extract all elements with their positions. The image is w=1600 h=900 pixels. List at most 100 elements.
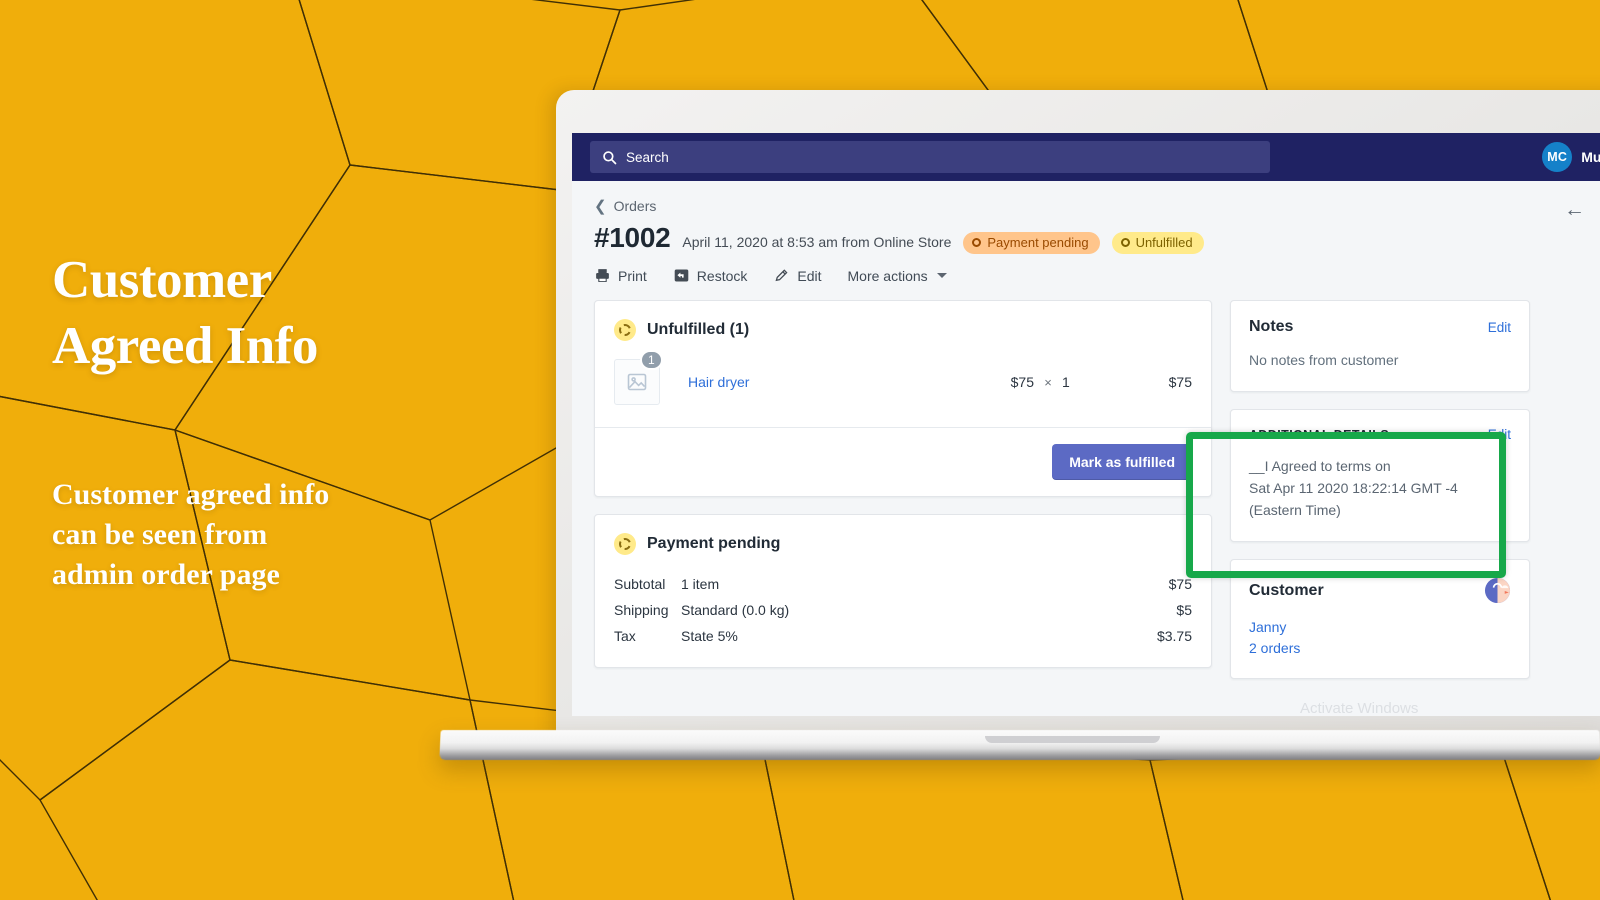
- breadcrumb-label: Orders: [613, 198, 657, 214]
- order-title-row: #1002 April 11, 2020 at 8:53 am from Onl…: [594, 222, 1600, 254]
- edit-label: Edit: [797, 267, 822, 284]
- table-row: Subtotal 1 item $75: [614, 571, 1192, 597]
- chevron-left-icon: ❮: [594, 197, 607, 215]
- promo-title-line-2: Agreed Info: [52, 316, 318, 375]
- more-actions-label: More actions: [847, 267, 928, 284]
- additional-details-line-1: __I Agreed to terms on: [1249, 458, 1391, 475]
- restock-label: Restock: [696, 267, 748, 284]
- mark-as-fulfilled-button[interactable]: Mark as fulfilled: [1052, 444, 1192, 480]
- additional-details-card: ADDITIONAL DETAILS Edit __I Agreed to te…: [1230, 409, 1530, 543]
- restock-button[interactable]: Restock: [673, 267, 748, 284]
- customer-title: Customer: [1249, 581, 1324, 599]
- pending-status-icon: [614, 533, 636, 555]
- search-placeholder-label: Search: [626, 149, 669, 165]
- payment-row-key: Subtotal: [614, 576, 666, 592]
- table-row: Tax State 5% $3.75: [614, 623, 1192, 649]
- status-dot-icon: [972, 238, 982, 247]
- payment-card: Payment pending Subtotal 1 item $75 Ship…: [594, 514, 1212, 668]
- top-navigation-bar: Search MC Murph C: [572, 133, 1600, 181]
- order-pagination: ← →: [1564, 199, 1600, 220]
- payment-row-detail: State 5%: [681, 628, 738, 644]
- line-item-multiply-symbol: ×: [1044, 374, 1052, 390]
- fulfillment-card-footer: Mark as fulfilled: [595, 427, 1211, 496]
- status-badge-fulfillment: Unfulfilled: [1111, 232, 1204, 254]
- payment-row-value: $5: [1176, 602, 1192, 618]
- notes-body: No notes from customer: [1231, 336, 1529, 391]
- print-button[interactable]: Print: [594, 267, 647, 284]
- user-name-label: Murph C: [1581, 149, 1600, 165]
- promo-subtitle-line-1: Customer agreed info: [52, 478, 330, 512]
- order-meta-label: April 11, 2020 at 8:53 am from Online St…: [682, 234, 952, 250]
- restock-arrow-icon: [674, 269, 689, 282]
- printer-icon: [596, 269, 609, 283]
- line-item-quantity: 1: [1062, 374, 1070, 390]
- search-icon: [603, 150, 617, 164]
- side-column: Notes Edit No notes from customer ADDITI…: [1230, 300, 1530, 696]
- customer-avatar-icon: [1484, 578, 1511, 604]
- line-item-name-link[interactable]: Hair dryer: [662, 374, 984, 390]
- laptop-base: [439, 730, 1600, 760]
- main-column: Unfulfilled (1) 1 Hair dryer $75 × 1 $75…: [594, 300, 1212, 685]
- line-item-row: 1 Hair dryer $75 × 1 $75: [595, 345, 1211, 427]
- order-page: ← → ❮ Orders #1002 April 11, 2020 at 8:5…: [572, 181, 1600, 696]
- avatar: MC: [1542, 142, 1573, 172]
- notes-title: Notes: [1249, 318, 1294, 335]
- laptop-screen: Search MC Murph C ← → ❮ Orders #1002 Apr…: [572, 133, 1600, 716]
- line-item-thumbnail: 1: [614, 350, 663, 405]
- payment-totals-table: Subtotal 1 item $75 Shipping Standard (0…: [595, 559, 1211, 667]
- payment-row-value: $3.75: [1156, 628, 1192, 644]
- fulfillment-title: Unfulfilled (1): [647, 321, 750, 338]
- additional-details-header: ADDITIONAL DETAILS Edit: [1231, 410, 1529, 442]
- additional-details-edit-link[interactable]: Edit: [1488, 427, 1511, 442]
- line-item-unit-price: $75: [1010, 374, 1034, 390]
- payment-row-value: $75: [1168, 576, 1192, 592]
- notes-card-header: Notes Edit: [1231, 301, 1529, 336]
- table-row: Shipping Standard (0.0 kg) $5: [614, 597, 1192, 623]
- promo-title: Customer Agreed Info: [52, 248, 522, 379]
- chevron-down-icon: [936, 273, 947, 278]
- search-input[interactable]: Search: [590, 141, 1270, 173]
- edit-button[interactable]: Edit: [773, 267, 822, 284]
- status-badge-fulfillment-label: Unfulfilled: [1135, 235, 1193, 250]
- customer-body: Janny 2 orders: [1231, 604, 1529, 678]
- print-label: Print: [618, 267, 647, 284]
- status-badge-payment: Payment pending: [963, 232, 1100, 254]
- fulfillment-card-header: Unfulfilled (1): [595, 301, 1211, 345]
- payment-row-detail: Standard (0.0 kg): [681, 602, 790, 618]
- fulfillment-card: Unfulfilled (1) 1 Hair dryer $75 × 1 $75…: [594, 300, 1212, 497]
- breadcrumb[interactable]: ❮ Orders: [594, 198, 1600, 214]
- additional-details-body: __I Agreed to terms on Sat Apr 11 2020 1…: [1231, 442, 1529, 541]
- customer-card-header: Customer: [1231, 560, 1529, 604]
- line-item-quantity-badge: 1: [640, 350, 663, 370]
- payment-title: Payment pending: [647, 535, 781, 552]
- status-badge-payment-label: Payment pending: [987, 235, 1089, 250]
- promo-text-block: Customer Agreed Info Customer agreed inf…: [52, 248, 522, 594]
- order-content-grid: Unfulfilled (1) 1 Hair dryer $75 × 1 $75…: [594, 300, 1600, 696]
- line-item-total: $75: [1168, 374, 1192, 390]
- order-action-bar: Print Restock Edit More actions: [594, 267, 1600, 284]
- laptop-base-notch: [985, 736, 1160, 743]
- pending-status-icon: [614, 319, 636, 341]
- image-placeholder-icon: [627, 373, 647, 391]
- promo-subtitle-line-2: can be seen from: [52, 518, 268, 552]
- notes-edit-link[interactable]: Edit: [1488, 320, 1511, 335]
- customer-name-link[interactable]: Janny: [1249, 617, 1511, 637]
- customer-orders-link[interactable]: 2 orders: [1249, 638, 1511, 658]
- customer-card: Customer Janny 2 orders: [1230, 559, 1530, 680]
- additional-details-line-2: Sat Apr 11 2020 18:22:14 GMT -4: [1249, 480, 1458, 497]
- notes-empty-label: No notes from customer: [1249, 352, 1399, 368]
- payment-row-key: Shipping: [614, 602, 669, 618]
- status-dot-icon: [1120, 238, 1130, 247]
- page-title: #1002: [594, 222, 671, 253]
- pencil-icon: [775, 269, 788, 282]
- more-actions-button[interactable]: More actions: [848, 268, 947, 284]
- payment-row-key: Tax: [614, 628, 636, 644]
- promo-title-line-1: Customer: [52, 251, 272, 309]
- promo-subtitle: Customer agreed info can be seen from ad…: [52, 475, 522, 594]
- windows-activation-watermark: Activate Windows: [1300, 700, 1419, 717]
- additional-details-title: ADDITIONAL DETAILS: [1249, 427, 1390, 442]
- payment-card-header: Payment pending: [595, 515, 1211, 559]
- user-menu[interactable]: MC Murph C: [1542, 133, 1600, 181]
- promo-subtitle-line-3: admin order page: [52, 557, 280, 591]
- arrow-left-icon[interactable]: ←: [1564, 199, 1585, 220]
